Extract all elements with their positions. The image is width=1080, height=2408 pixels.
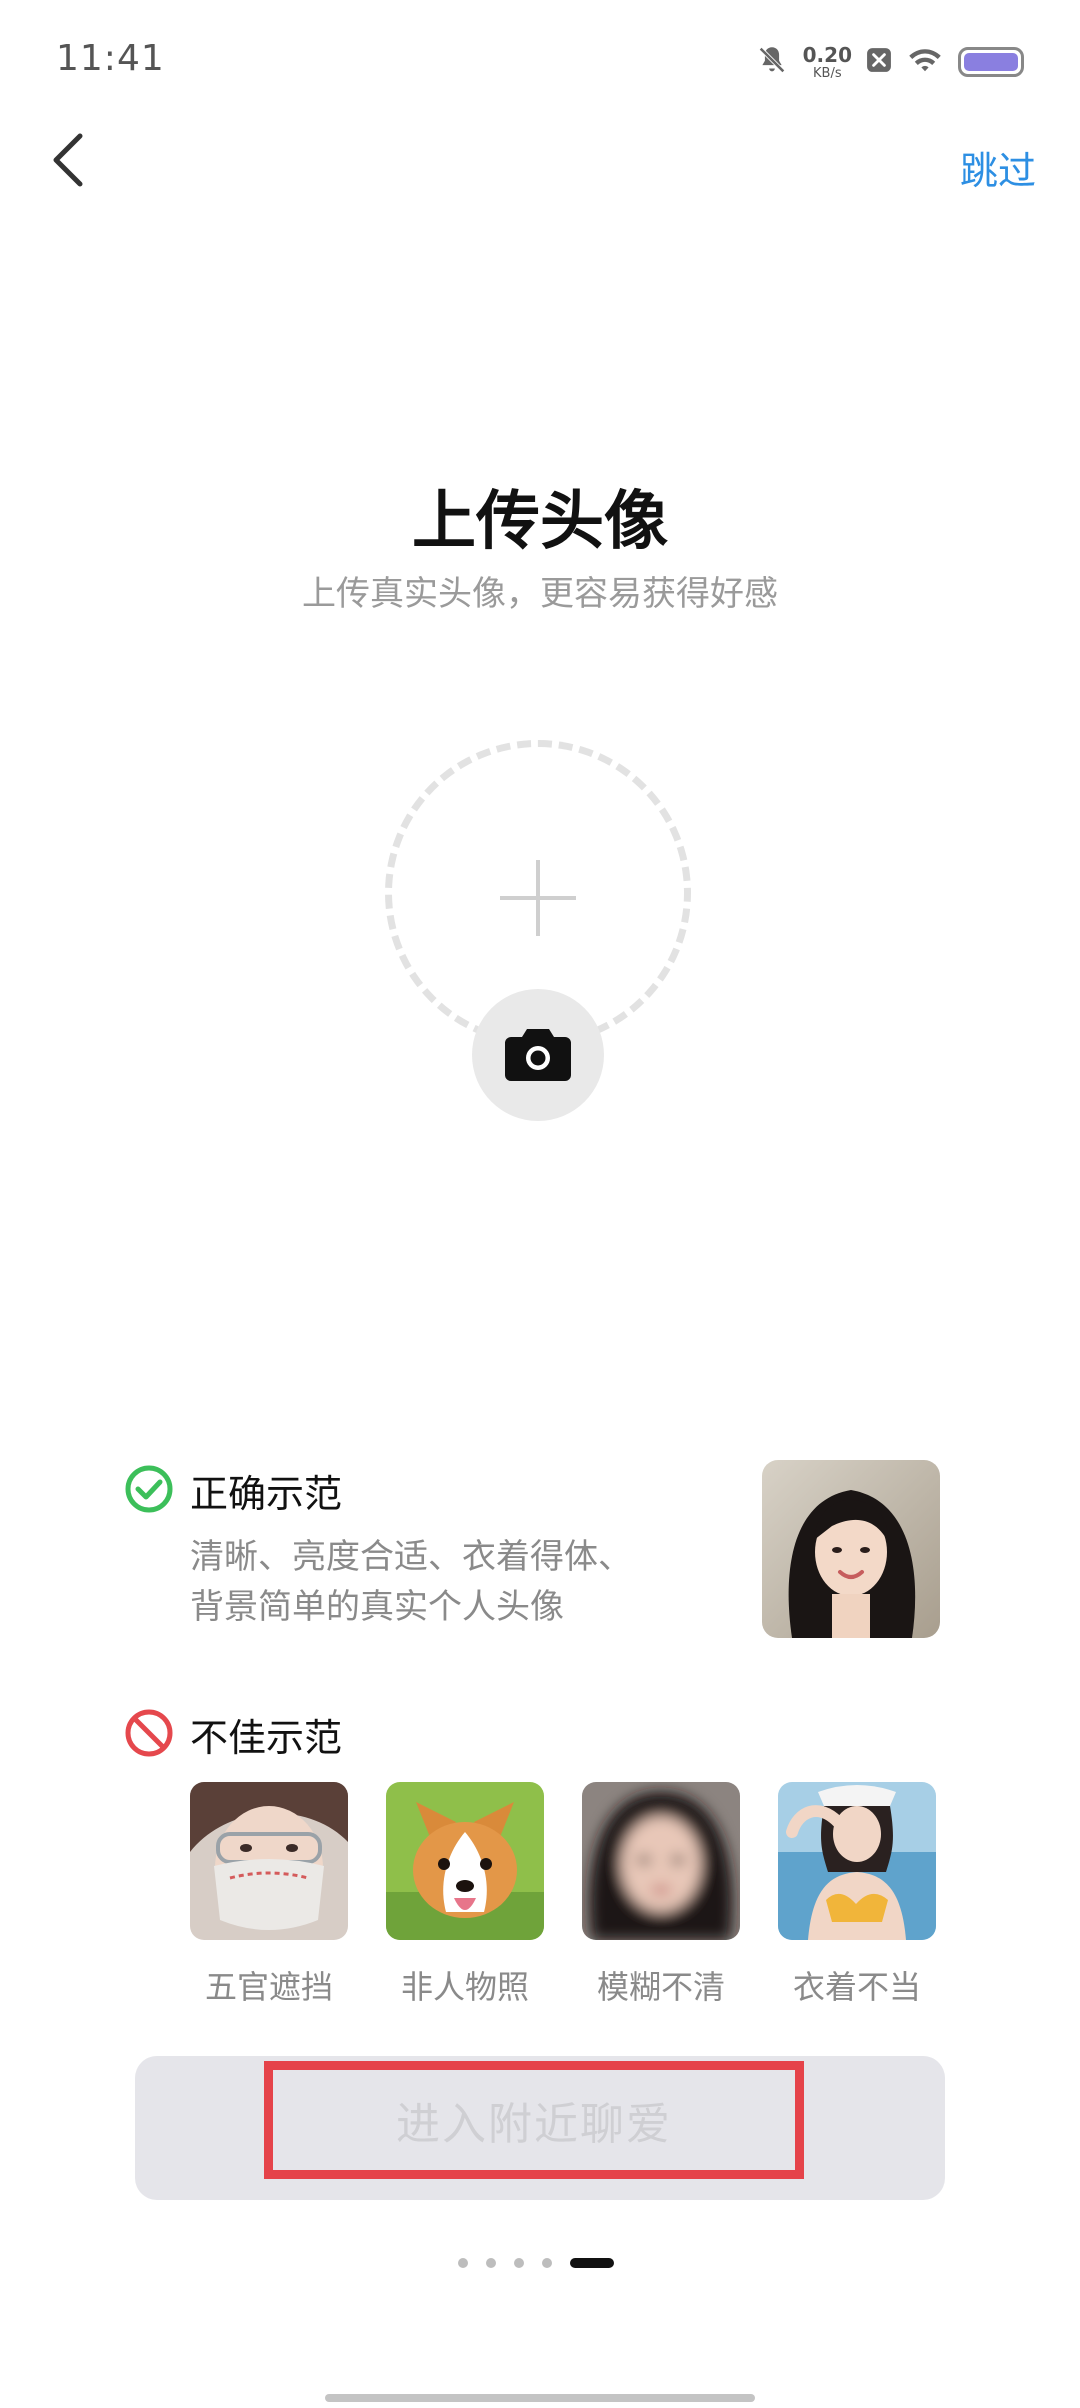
bad-example-item-animal: 非人物照 bbox=[386, 1782, 544, 2008]
good-example-description: 清晰、亮度合适、衣着得体、 背景简单的真实个人头像 bbox=[190, 1532, 750, 1632]
bad-example-label: 五官遮挡 bbox=[204, 1968, 333, 2006]
network-speed-unit: KB/s bbox=[813, 65, 842, 81]
good-example-desc-line1: 清晰、亮度合适、衣着得体、 bbox=[190, 1537, 632, 1577]
camera-icon bbox=[505, 1029, 571, 1081]
bad-example-item-blurry: 模糊不清 bbox=[582, 1782, 740, 2008]
page-dot bbox=[542, 2258, 552, 2268]
enter-nearby-button[interactable] bbox=[135, 2056, 945, 2200]
wifi-icon bbox=[906, 45, 944, 79]
back-button[interactable] bbox=[40, 120, 100, 200]
good-example-photo bbox=[762, 1460, 940, 1638]
battery-fill bbox=[964, 53, 1018, 71]
home-indicator-bar[interactable] bbox=[325, 2394, 755, 2402]
close-notification-icon bbox=[866, 47, 892, 77]
blurry-photo bbox=[582, 1782, 740, 1940]
chevron-left-icon bbox=[53, 133, 83, 187]
page-subtitle: 上传真实头像，更容易获得好感 bbox=[302, 574, 778, 614]
camera-button[interactable] bbox=[472, 989, 604, 1121]
mute-bell-icon bbox=[755, 43, 789, 81]
status-icons: 0.20 KB/s bbox=[755, 36, 1024, 88]
page-dot bbox=[458, 2258, 468, 2268]
swimsuit-photo bbox=[778, 1782, 936, 1940]
network-speed: 0.20 KB/s bbox=[803, 45, 852, 80]
bad-example-label: 衣着不当 bbox=[792, 1968, 921, 2006]
page-dot bbox=[514, 2258, 524, 2268]
bad-example-item-clothing: 衣着不当 bbox=[778, 1782, 936, 2008]
bad-example-grid: 五官遮挡 非人物照 模糊不清 衣着不当 bbox=[190, 1782, 950, 2012]
masked-face-photo bbox=[190, 1782, 348, 1940]
bad-example-item-masked: 五官遮挡 bbox=[190, 1782, 348, 2008]
bad-example-title: 不佳示范 bbox=[190, 1716, 343, 1760]
skip-button[interactable]: 跳过 bbox=[960, 140, 1036, 195]
prohibited-icon bbox=[125, 1709, 173, 1757]
bad-example-label: 模糊不清 bbox=[596, 1968, 725, 2006]
good-example-title: 正确示范 bbox=[190, 1472, 343, 1516]
network-speed-value: 0.20 bbox=[802, 42, 852, 67]
status-bar: 11:41 0.20 KB/s bbox=[0, 0, 1080, 130]
battery-icon bbox=[958, 47, 1024, 77]
page-dot bbox=[486, 2258, 496, 2268]
dog-photo bbox=[386, 1782, 544, 1940]
page-dot-active bbox=[570, 2258, 614, 2268]
plus-icon bbox=[500, 860, 576, 936]
good-example-desc-line2: 背景简单的真实个人头像 bbox=[190, 1587, 564, 1627]
check-circle-icon bbox=[125, 1465, 173, 1513]
page-title: 上传头像 bbox=[412, 485, 668, 559]
page-indicator bbox=[458, 2256, 614, 2270]
bad-example-label: 非人物照 bbox=[400, 1968, 529, 2006]
status-time: 11:41 bbox=[56, 38, 165, 79]
